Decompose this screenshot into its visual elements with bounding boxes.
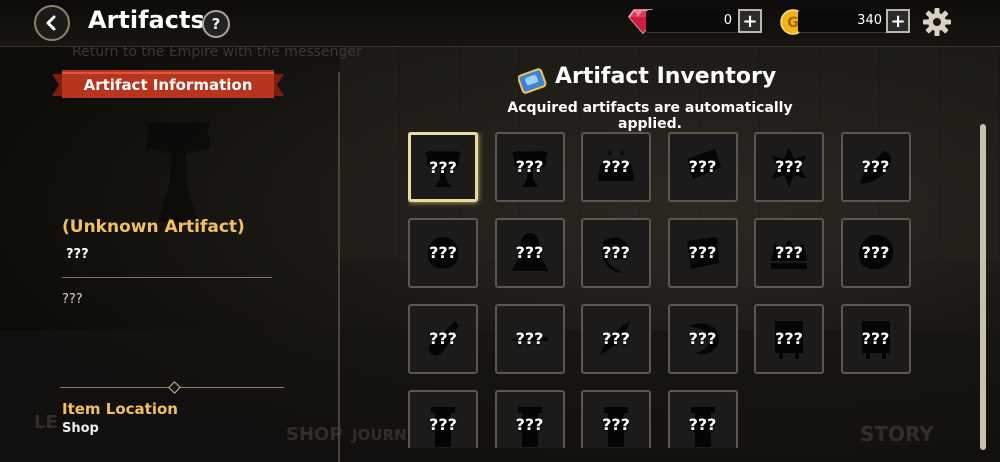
artifact-slot-label: ??? — [429, 243, 457, 262]
artifact-slot[interactable]: ??? — [754, 132, 824, 202]
artifact-slot[interactable]: ??? — [840, 218, 911, 288]
artifact-slot[interactable]: ??? — [840, 304, 911, 374]
artifact-slot[interactable]: ??? — [408, 304, 478, 374]
page-title: Artifacts — [88, 6, 205, 34]
artifact-slot-label: ??? — [775, 329, 803, 348]
gem-amount: 0 — [723, 13, 732, 28]
top-bar: Artifacts ? 0 + G 340 + — [0, 0, 1000, 47]
panel-divider — [338, 72, 340, 462]
artifact-slot[interactable]: ??? — [581, 304, 651, 374]
artifact-slot[interactable]: ??? — [408, 390, 478, 448]
artifact-slot-label: ??? — [602, 243, 630, 262]
artifact-slot-label: ??? — [688, 415, 717, 434]
artifact-slot[interactable]: ??? — [408, 132, 478, 202]
artifact-name: (Unknown Artifact) — [62, 217, 245, 237]
artifact-slot-label: ??? — [688, 329, 717, 348]
artifact-slot[interactable]: ??? — [581, 218, 651, 288]
artifact-slot-label: ??? — [861, 243, 890, 262]
info-divider — [62, 277, 272, 278]
inventory-title: Artifact Inventory — [555, 64, 777, 89]
gold-counter: G 340 + — [780, 9, 914, 35]
artifact-slot[interactable]: ??? — [667, 132, 738, 202]
eagle-emblem-silhouette — [146, 121, 210, 222]
inventory-scrollbar[interactable] — [980, 124, 986, 450]
artifact-slot-label: ??? — [688, 243, 717, 262]
artifact-slot[interactable]: ??? — [408, 218, 478, 288]
artifact-slot-label: ??? — [429, 415, 457, 434]
artifact-slot[interactable]: ??? — [667, 304, 738, 374]
artifact-slot[interactable]: ??? — [667, 218, 738, 288]
artifact-slot-label: ??? — [515, 157, 544, 176]
artifact-slot-label: ??? — [775, 157, 803, 176]
artifact-slot-label: ??? — [688, 157, 717, 176]
artifact-slot-label: ??? — [861, 329, 890, 348]
artifact-slot[interactable]: ??? — [667, 390, 738, 448]
artifact-info-title: Artifact Information — [83, 76, 253, 94]
add-gems-button[interactable]: + — [738, 9, 762, 33]
artifact-slot[interactable]: ??? — [494, 390, 565, 448]
artifact-slot[interactable]: ??? — [494, 304, 565, 374]
artifact-slot[interactable]: ??? — [840, 132, 911, 202]
artifact-subtitle: ??? — [66, 247, 89, 262]
artifact-slot-label: ??? — [515, 415, 544, 434]
artifact-slot[interactable]: ??? — [754, 218, 824, 288]
gem-counter: 0 + — [628, 9, 764, 34]
artifact-slot-label: ??? — [602, 415, 630, 434]
artifact-slot[interactable]: ??? — [581, 132, 651, 202]
artifact-slot-label: ??? — [775, 243, 803, 262]
artifact-slot[interactable]: ??? — [581, 390, 651, 448]
artifact-slot-label: ??? — [602, 329, 630, 348]
item-location-value: Shop — [62, 421, 99, 436]
artifact-description: ??? — [62, 292, 83, 307]
artifact-slot-label: ??? — [861, 157, 890, 176]
help-button[interactable]: ? — [202, 10, 230, 38]
artifact-slot-label: ??? — [602, 157, 630, 176]
item-location-label: Item Location — [62, 400, 178, 418]
artifact-slot[interactable]: ??? — [754, 304, 824, 374]
artifact-grid: ????????????????????????????????????????… — [408, 132, 912, 448]
gold-amount: 340 — [857, 13, 882, 28]
artifact-slot-label: ??? — [515, 243, 544, 262]
artifact-slot-label: ??? — [515, 329, 544, 348]
inventory-subtitle: Acquired artifacts are automatically app… — [507, 100, 793, 132]
artifact-inventory-icon — [518, 68, 547, 94]
artifact-slot[interactable]: ??? — [494, 218, 565, 288]
chevron-left-icon — [46, 15, 56, 31]
back-button[interactable] — [34, 5, 70, 41]
artifact-slot-label: ??? — [429, 158, 457, 177]
artifact-slot-label: ??? — [429, 329, 457, 348]
gear-icon[interactable] — [922, 7, 952, 37]
add-gold-button[interactable]: + — [886, 9, 910, 33]
artifact-slot[interactable]: ??? — [494, 132, 565, 202]
